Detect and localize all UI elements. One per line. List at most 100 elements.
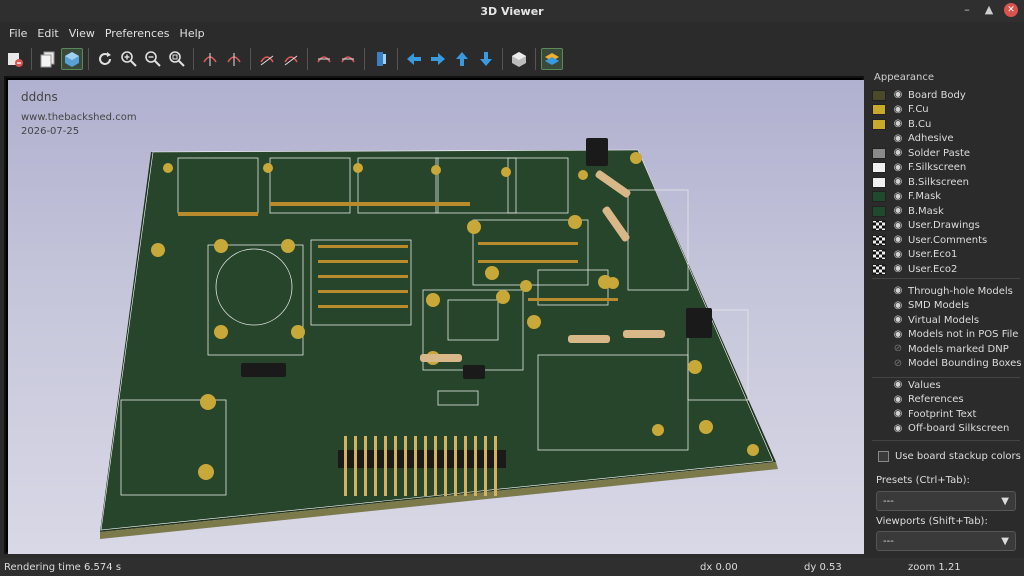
eye-icon[interactable]: ◉ [892,133,904,145]
zoom-out-icon[interactable] [142,48,164,70]
viewports-dropdown[interactable]: --- ▼ [876,531,1016,551]
raytrace-toggle-icon[interactable] [61,48,83,70]
text_items-row[interactable]: ◉ Footprint Text [872,407,1022,421]
title-bar: 3D Viewer – ▲ ✕ [0,0,1024,22]
eye-icon[interactable]: ◉ [892,408,904,420]
pan-right-icon[interactable] [427,48,449,70]
layer-color-swatch[interactable] [872,205,886,217]
layer-color-swatch[interactable] [872,176,886,188]
menu-view[interactable]: View [64,27,100,40]
zoom-fit-icon[interactable] [166,48,188,70]
eye-off-icon[interactable]: ⊘ [892,358,904,370]
flip-board-icon[interactable] [370,48,392,70]
menu-edit[interactable]: Edit [32,27,63,40]
layers-row[interactable]: ◉ F.Mask [872,190,1022,204]
layer-color-swatch[interactable] [872,118,886,130]
menu-preferences[interactable]: Preferences [100,27,175,40]
menu-help[interactable]: Help [175,27,210,40]
stackup-colors-checkbox[interactable] [878,451,889,462]
models-row[interactable]: ⊘ Models marked DNP [872,342,1022,356]
layer-color-swatch[interactable] [872,249,886,260]
presets-dropdown[interactable]: --- ▼ [876,491,1016,511]
copy-icon[interactable] [37,48,59,70]
eye-icon[interactable]: ◉ [892,104,904,116]
models-row[interactable]: ◉ Through-hole Models [872,284,1022,298]
text_items-label: References [908,394,964,405]
layers-row[interactable]: ◉ User.Comments [872,233,1022,247]
eye-icon[interactable]: ◉ [892,205,904,217]
appearance-title: Appearance [874,72,935,83]
layers-toggle-icon[interactable] [541,48,563,70]
eye-icon[interactable]: ◉ [892,147,904,159]
stackup-colors-checkbox-row[interactable]: Use board stackup colors [878,451,1021,462]
layers-row[interactable]: ◉ User.Drawings [872,219,1022,233]
text_items-row[interactable]: ◉ Off-board Silkscreen [872,422,1022,436]
layers-row[interactable]: ◉ User.Eco2 [872,262,1022,276]
layers-row[interactable]: ◉ B.Cu [872,117,1022,131]
layers-row[interactable]: ◉ F.Silkscreen [872,161,1022,175]
layer-color-swatch[interactable] [872,191,886,202]
rotate-y-ccw-icon[interactable] [280,48,302,70]
rotate-x-ccw-icon[interactable] [223,48,245,70]
models-row[interactable]: ◉ Models not in POS File [872,328,1022,342]
eye-icon[interactable]: ◉ [892,314,904,326]
layers-row[interactable]: ◉ Board Body [872,88,1022,102]
3d-viewport[interactable]: dddns www.thebackshed.com 2026-07-25 [4,76,864,554]
layers-label: Solder Paste [908,147,971,159]
pan-down-icon[interactable] [475,48,497,70]
eye-icon[interactable]: ◉ [892,285,904,297]
pan-up-icon[interactable] [451,48,473,70]
eye-icon[interactable]: ◉ [892,394,904,406]
menu-file[interactable]: File [4,27,32,40]
text_items-row[interactable]: ◉ References [872,393,1022,407]
maximize-button[interactable]: ▲ [982,3,996,17]
layer-color-swatch[interactable] [872,162,886,173]
eye-icon[interactable]: ◉ [892,162,904,174]
eye-icon[interactable]: ◉ [892,329,904,341]
layers-label: User.Eco1 [908,249,958,260]
layer-color-swatch[interactable] [872,147,886,159]
eye-icon[interactable]: ◉ [892,263,904,275]
rotate-x-cw-icon[interactable] [199,48,221,70]
layer-color-swatch[interactable] [872,263,886,275]
models-row[interactable]: ◉ Virtual Models [872,313,1022,327]
rotate-z-ccw-icon[interactable] [337,48,359,70]
eye-icon[interactable]: ◉ [892,191,904,203]
eye-icon[interactable]: ◉ [892,300,904,312]
layers-row[interactable]: ◉ F.Cu [872,103,1022,117]
rotate-z-cw-icon[interactable] [313,48,335,70]
minimize-button[interactable]: – [960,3,974,17]
eye-icon[interactable]: ◉ [892,176,904,188]
eye-off-icon[interactable]: ⊘ [892,343,904,355]
layer-color-swatch[interactable] [872,104,886,115]
layer-color-swatch[interactable] [872,220,886,231]
pcb-render[interactable]: dddns www.thebackshed.com 2026-07-25 [8,80,864,554]
text_items-label: Off-board Silkscreen [908,423,1010,434]
eye-icon[interactable]: ◉ [892,234,904,246]
layer-color-swatch[interactable] [872,89,886,101]
layers-row[interactable]: ◉ Solder Paste [872,146,1022,160]
export-image-icon[interactable] [4,48,26,70]
zoom-in-icon[interactable] [118,48,140,70]
close-button[interactable]: ✕ [1004,3,1018,17]
dx-readout: dx 0.00 [700,562,738,573]
eye-icon[interactable]: ◉ [892,118,904,130]
eye-icon[interactable]: ◉ [892,220,904,232]
models-row[interactable]: ◉ SMD Models [872,299,1022,313]
eye-icon[interactable]: ◉ [892,423,904,435]
eye-icon[interactable]: ◉ [892,249,904,261]
layer-color-swatch[interactable] [872,234,886,246]
layers-row[interactable]: ◉ B.Mask [872,204,1022,218]
pan-left-icon[interactable] [403,48,425,70]
models-row[interactable]: ⊘ Model Bounding Boxes [872,357,1022,371]
layers-row[interactable]: ◉ Adhesive [872,132,1022,146]
layer-color-swatch[interactable] [872,133,886,144]
layers-row[interactable]: ◉ User.Eco1 [872,248,1022,262]
orthographic-icon[interactable] [508,48,530,70]
eye-icon[interactable]: ◉ [892,379,904,391]
layers-row[interactable]: ◉ B.Silkscreen [872,175,1022,189]
rotate-y-cw-icon[interactable] [256,48,278,70]
text_items-row[interactable]: ◉ Values [872,378,1022,392]
eye-icon[interactable]: ◉ [892,89,904,101]
reload-icon[interactable] [94,48,116,70]
